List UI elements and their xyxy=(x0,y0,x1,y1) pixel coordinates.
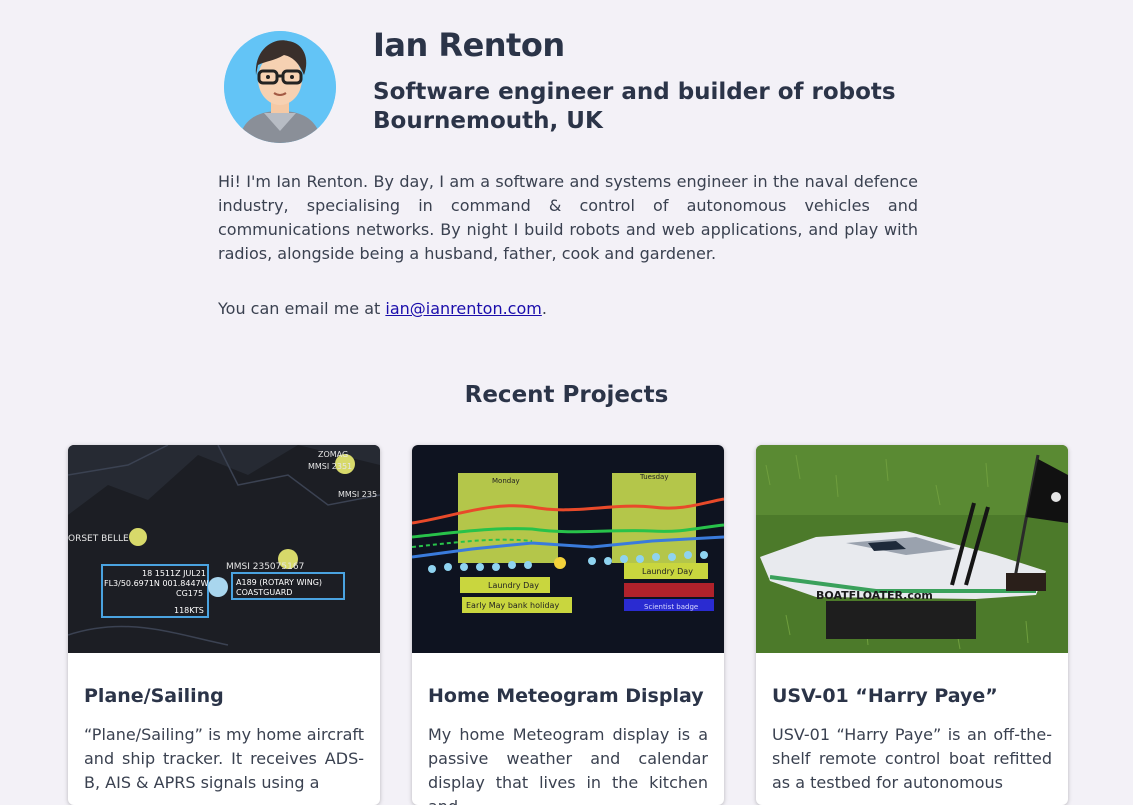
project-description: USV-01 “Harry Paye” is an off-the-shelf … xyxy=(772,725,1052,792)
top-label-1: ZOMAG xyxy=(318,450,348,459)
project-title[interactable]: USV-01 “Harry Paye” xyxy=(772,685,998,707)
profile-header: Ian Renton Software engineer and builder… xyxy=(0,0,1133,160)
contact-prefix: You can email me at xyxy=(218,299,386,318)
track-position: FL3/50.6971N 001.8447W xyxy=(104,579,209,588)
tagline-role: Software engineer and builder of robots xyxy=(373,79,896,105)
bio-text: Hi! I'm Ian Renton. By day, I am a softw… xyxy=(218,172,918,263)
top-label-3: MMSI 235 xyxy=(338,490,377,499)
project-card-meteogram[interactable]: Monday Tuesday Laundry Day Early May ban… xyxy=(412,445,724,805)
avatar-illustration xyxy=(224,31,336,143)
usv-boat-thumbnail: BOATFLOATER.com xyxy=(756,445,1068,653)
contact-line: You can email me at ian@ianrenton.com. xyxy=(218,297,547,321)
event-3: Laundry Day xyxy=(642,567,693,576)
event-1: Laundry Day xyxy=(488,581,539,590)
meteogram-thumbnail: Monday Tuesday Laundry Day Early May ban… xyxy=(412,445,724,653)
hull-text: BOATFLOATER.com xyxy=(816,589,933,602)
project-card-plane-sailing[interactable]: ORSET BELLE MMSI 235075167 ZOMAG MMSI 23… xyxy=(68,445,380,805)
email-link[interactable]: ian@ianrenton.com xyxy=(385,299,541,318)
event-2: Early May bank holiday xyxy=(466,601,559,610)
project-description: My home Meteogram display is a passive w… xyxy=(428,725,708,805)
top-label-2: MMSI 2351 xyxy=(308,462,352,471)
track-callsign: CG175 xyxy=(176,589,203,598)
project-title[interactable]: Home Meteogram Display xyxy=(428,685,704,707)
contact-suffix: . xyxy=(541,299,547,318)
event-4: Scientist badge xyxy=(644,603,698,611)
track-time: 18 1511Z JUL21 xyxy=(142,569,206,578)
profile-tagline: Software engineer and builder of robots … xyxy=(373,78,896,136)
track-speed: 118KTS xyxy=(174,606,204,615)
project-description: “Plane/Sailing” is my home aircraft and … xyxy=(84,725,364,792)
profile-name: Ian Renton xyxy=(373,26,565,64)
plane-sailing-thumbnail: ORSET BELLE MMSI 235075167 ZOMAG MMSI 23… xyxy=(68,445,380,653)
day-label-2: Tuesday xyxy=(639,473,668,481)
track-operator: COASTGUARD xyxy=(236,588,292,597)
projects-heading: Recent Projects xyxy=(464,382,669,408)
project-title[interactable]: Plane/Sailing xyxy=(84,685,224,707)
day-label-1: Monday xyxy=(492,477,520,485)
project-card-usv-01[interactable]: BOATFLOATER.com USV-01 “Harry Paye” USV-… xyxy=(756,445,1068,805)
ship-label: ORSET BELLE xyxy=(68,534,129,544)
track-type: A189 (ROTARY WING) xyxy=(236,578,322,587)
mmsi-label: MMSI 235075167 xyxy=(226,562,304,572)
tagline-location: Bournemouth, UK xyxy=(373,108,603,134)
avatar xyxy=(224,31,336,143)
